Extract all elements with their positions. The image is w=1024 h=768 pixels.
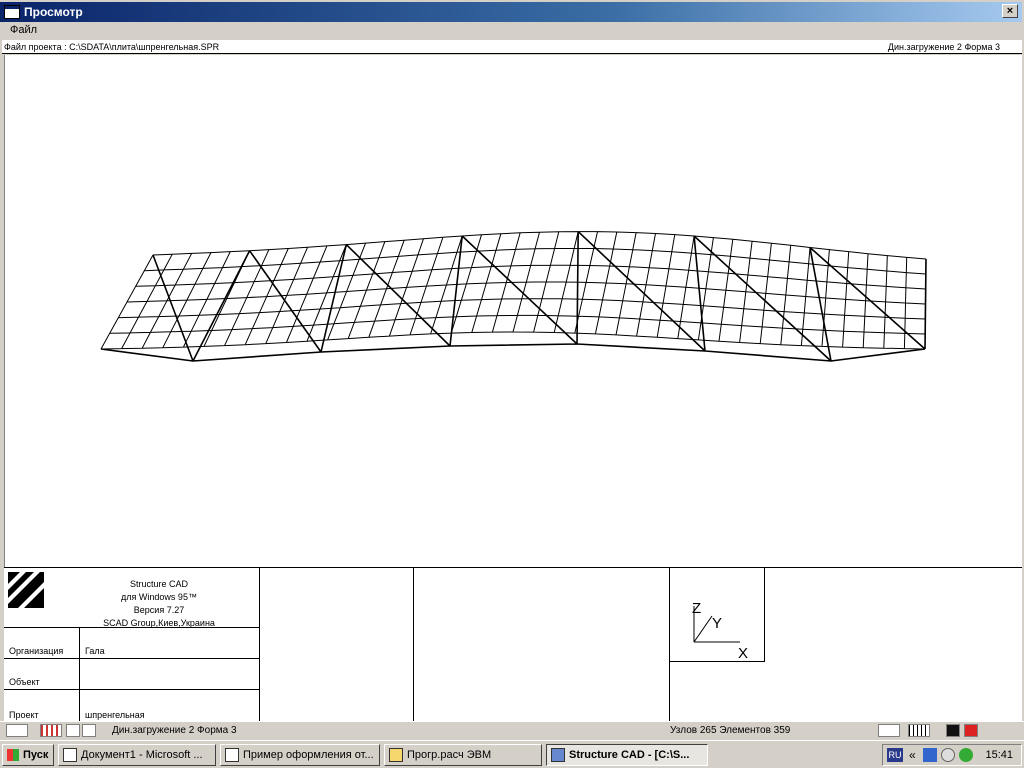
dimension-icon[interactable] [6, 724, 28, 737]
task-word-example[interactable]: Пример оформления от... [220, 744, 380, 766]
start-button[interactable]: Пуск [2, 744, 54, 766]
view-mode-icon[interactable] [878, 724, 900, 737]
stamp-info-cell: Structure CAD для Windows 95™ Версия 7.2… [4, 568, 260, 628]
window-title: Просмотр [24, 5, 83, 19]
task-structure-cad[interactable]: Structure CAD - [C:\S... [546, 744, 708, 766]
window-icon [4, 5, 20, 19]
project-info-bar: Файл проекта : C:\SDATA\плита\шпренгельн… [2, 40, 1022, 54]
preview-window: Просмотр × Файл Файл проекта : C:\SDATA\… [0, 0, 1024, 740]
word-icon [225, 748, 239, 762]
color-cube-icon[interactable] [964, 724, 978, 737]
language-indicator[interactable]: RU [887, 748, 903, 762]
network-icon[interactable] [923, 748, 937, 762]
status-node-element-count: Узлов 265 Элементов 359 [670, 725, 791, 736]
stamp-blank-cell-1 [260, 568, 414, 723]
stamp-line-2: для Windows 95™ [121, 592, 197, 602]
org-label-cell: Организация [4, 628, 80, 659]
title-block: Structure CAD для Windows 95™ Версия 7.2… [4, 567, 1022, 723]
split-view-icon[interactable] [66, 724, 80, 737]
org-value-cell: Гала [80, 628, 260, 659]
menu-file[interactable]: Файл [8, 24, 39, 36]
axis-z-label: Z [692, 600, 701, 617]
task-label: Пример оформления от... [243, 749, 374, 761]
org-label: Организация [9, 646, 64, 656]
close-button[interactable]: × [1002, 4, 1018, 18]
settings-icon[interactable] [941, 748, 955, 762]
quad-view-icon[interactable] [82, 724, 96, 737]
object-label-cell: Объект [4, 659, 80, 690]
model-viewport[interactable] [4, 55, 1022, 568]
windows-flag-icon [7, 749, 19, 761]
grid-icon[interactable] [40, 724, 62, 737]
axes-icon: Z Y X [692, 600, 748, 662]
task-label: Документ1 - Microsoft ... [81, 749, 203, 761]
task-folder[interactable]: Прогр.расч ЭВМ [384, 744, 542, 766]
axes-indicator: Z Y X [670, 568, 765, 662]
stamp-line-3: Версия 7.27 [133, 605, 185, 615]
system-tray: RU « 15:41 [882, 744, 1022, 766]
menu-bar: Файл [0, 22, 1024, 40]
start-label: Пуск [23, 749, 49, 761]
status-load-case: Дин.загружение 2 Форма 3 [112, 725, 237, 736]
project-value-cell: шпренгельная [80, 690, 260, 723]
task-word-doc1[interactable]: Документ1 - Microsoft ... [58, 744, 216, 766]
object-label: Объект [9, 677, 40, 687]
structure-mesh [100, 231, 927, 362]
project-label-cell: Проект [4, 690, 80, 723]
object-value-cell [80, 659, 260, 690]
stamp-program-info: Structure CAD для Windows 95™ Версия 7.2… [64, 578, 254, 630]
taskbar: Пуск Документ1 - Microsoft ... Пример оф… [0, 740, 1024, 768]
render-icon[interactable] [946, 724, 960, 737]
task-label: Прогр.расч ЭВМ [407, 749, 492, 761]
stamp-blank-cell-2 [414, 568, 670, 723]
antivirus-icon[interactable] [959, 748, 973, 762]
word-icon [63, 748, 77, 762]
project-file-path: Файл проекта : C:\SDATA\плита\шпренгельн… [4, 42, 220, 52]
project-value: шпренгельная [85, 710, 145, 720]
task-label: Structure CAD - [C:\S... [569, 749, 690, 761]
project-label: Проект [9, 710, 39, 720]
stamp-line-1: Structure CAD [129, 579, 189, 589]
clock: 15:41 [985, 749, 1013, 761]
status-bar: Дин.загружение 2 Форма 3 Узлов 265 Элеме… [0, 721, 1024, 740]
folder-icon [389, 748, 403, 762]
axis-x-label: X [738, 645, 748, 662]
load-case-label: Дин.загружение 2 Форма 3 [887, 42, 1000, 52]
scad-logo-icon [8, 572, 44, 608]
hatch-icon[interactable] [908, 724, 930, 737]
org-value: Гала [85, 646, 105, 656]
slab-grid [100, 231, 927, 350]
axis-y-label: Y [712, 615, 722, 632]
tray-expand-icon[interactable]: « [909, 748, 916, 762]
title-bar[interactable]: Просмотр × [0, 2, 1022, 22]
scad-icon [551, 748, 565, 762]
